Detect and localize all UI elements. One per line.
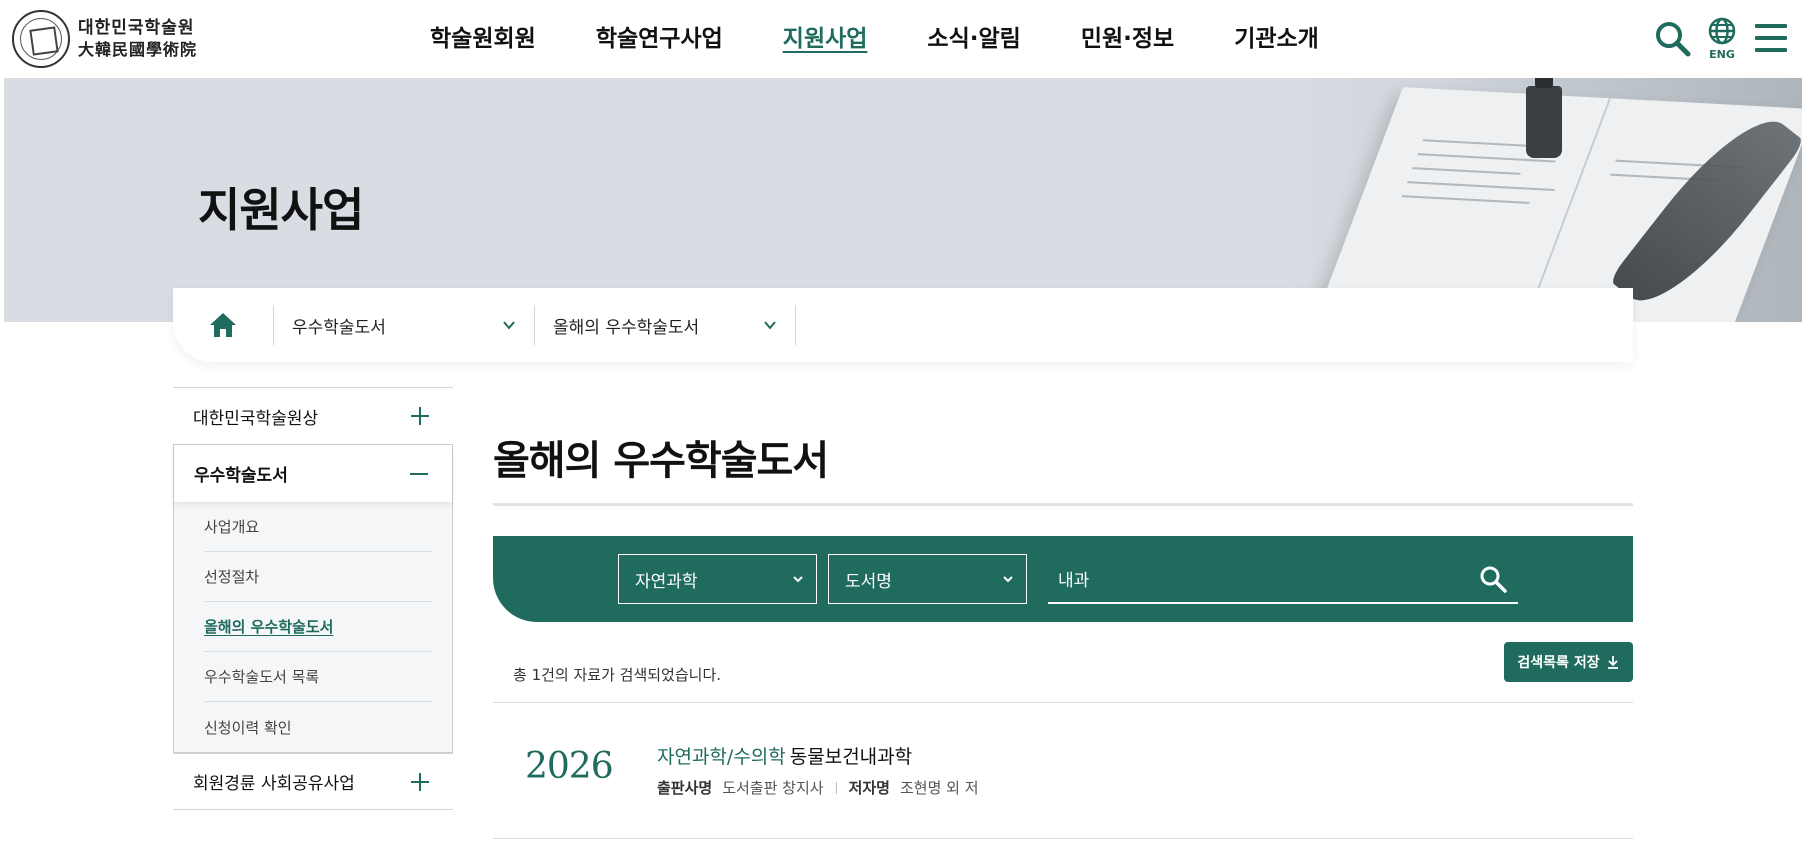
side-menu-social-sharing[interactable]: 회원경륜 사회공유사업 bbox=[173, 753, 453, 810]
nav-academy-members[interactable]: 학술원회원 bbox=[430, 18, 536, 60]
main-navigation: 학술원회원 학술연구사업 지원사업 소식·알림 민원·정보 기관소개 bbox=[430, 18, 1379, 60]
nav-news[interactable]: 소식·알림 bbox=[927, 18, 1020, 60]
publisher-value: 도서출판 창지사 bbox=[722, 779, 824, 797]
book-and-quill-image bbox=[1282, 78, 1802, 322]
side-menu-excellent-books[interactable]: 우수학술도서 bbox=[174, 445, 452, 502]
submenu-application-history[interactable]: 신청이력 확인 bbox=[204, 702, 432, 752]
submenu-this-year-books[interactable]: 올해의 우수학술도서 bbox=[204, 602, 432, 652]
nav-civil-info[interactable]: 민원·정보 bbox=[1081, 18, 1174, 60]
plus-icon bbox=[411, 407, 429, 425]
download-icon bbox=[1607, 656, 1618, 669]
logo-korean: 대한민국학술원 bbox=[78, 18, 195, 38]
search-submit-button[interactable] bbox=[1478, 564, 1508, 594]
search-input-value: 내과 bbox=[1058, 570, 1090, 591]
logo-hanja: 大韓民國學術院 bbox=[78, 40, 198, 59]
site-logo[interactable]: 대한민국학술원 大韓民國學術院 bbox=[12, 10, 197, 68]
list-divider-bottom bbox=[493, 838, 1633, 839]
book-meta: 출판사명 도서출판 창지사 저자명 조현명 외 저 bbox=[657, 777, 979, 798]
breadcrumb-depth1-label: 우수학술도서 bbox=[292, 317, 386, 338]
chevron-down-icon bbox=[1003, 576, 1013, 583]
language-label: ENG bbox=[1709, 48, 1735, 61]
breadcrumb: 우수학술도서 올해의 우수학술도서 bbox=[173, 288, 1633, 362]
language-button[interactable]: ENG bbox=[1704, 16, 1740, 62]
search-input[interactable]: 내과 bbox=[1048, 554, 1518, 604]
submenu-book-list[interactable]: 우수학술도서 목록 bbox=[204, 652, 432, 702]
academy-seal-icon bbox=[12, 10, 70, 68]
side-menu: 대한민국학술원상 우수학술도서 사업개요 선정절차 올해의 우수학술도서 우수학… bbox=[173, 387, 453, 810]
site-header: 대한민국학술원 大韓民國學術院 학술원회원 학술연구사업 지원사업 소식·알림 … bbox=[0, 0, 1812, 78]
home-button[interactable] bbox=[173, 288, 273, 362]
chevron-down-icon bbox=[793, 576, 803, 583]
breadcrumb-depth1-select[interactable]: 우수학술도서 bbox=[274, 288, 534, 362]
search-icon bbox=[1480, 566, 1507, 593]
submenu-procedure[interactable]: 선정절차 bbox=[204, 552, 432, 602]
search-panel: 자연과학 도서명 내과 bbox=[493, 536, 1633, 622]
chevron-down-icon bbox=[503, 321, 515, 330]
field-select[interactable]: 자연과학 bbox=[618, 554, 817, 604]
book-category: 자연과학/수의학 bbox=[657, 746, 786, 768]
search-icon[interactable] bbox=[1654, 20, 1692, 58]
globe-icon bbox=[1708, 17, 1736, 45]
section-title: 지원사업 bbox=[198, 183, 364, 237]
book-title: 동물보건내과학 bbox=[789, 746, 913, 768]
breadcrumb-depth2-label: 올해의 우수학술도서 bbox=[553, 317, 700, 338]
author-value: 조현명 외 저 bbox=[899, 779, 979, 797]
search-type-value: 도서명 bbox=[845, 571, 892, 592]
title-divider bbox=[493, 503, 1633, 506]
chevron-down-icon bbox=[764, 321, 776, 330]
menu-icon[interactable] bbox=[1752, 20, 1790, 56]
minus-icon bbox=[410, 472, 428, 475]
side-menu-group-excellent-books: 우수학술도서 사업개요 선정절차 올해의 우수학술도서 우수학술도서 목록 신청… bbox=[173, 444, 453, 753]
book-title-link[interactable]: 자연과학/수의학 동물보건내과학 bbox=[657, 742, 912, 769]
author-label: 저자명 bbox=[848, 779, 890, 797]
page-title: 올해의 우수학술도서 bbox=[493, 438, 829, 484]
save-list-button[interactable]: 검색목록 저장 bbox=[1504, 642, 1633, 682]
submenu-overview[interactable]: 사업개요 bbox=[204, 502, 432, 552]
breadcrumb-depth2-select[interactable]: 올해의 우수학술도서 bbox=[535, 288, 795, 362]
list-divider-top bbox=[493, 702, 1633, 703]
side-menu-academy-award[interactable]: 대한민국학술원상 bbox=[173, 387, 453, 444]
nav-research-projects[interactable]: 학술연구사업 bbox=[596, 18, 723, 60]
side-submenu: 사업개요 선정절차 올해의 우수학술도서 우수학술도서 목록 신청이력 확인 bbox=[174, 502, 452, 752]
field-select-value: 자연과학 bbox=[635, 571, 698, 592]
sub-visual-banner: 지원사업 bbox=[4, 78, 1802, 322]
plus-icon bbox=[411, 772, 429, 791]
nav-about[interactable]: 기관소개 bbox=[1234, 18, 1319, 60]
search-type-select[interactable]: 도서명 bbox=[828, 554, 1027, 604]
result-count: 총 1건의 자료가 검색되었습니다. bbox=[513, 666, 722, 684]
book-year: 2026 bbox=[525, 746, 614, 787]
nav-support-projects[interactable]: 지원사업 bbox=[783, 18, 868, 60]
ink-bottle-shape bbox=[1526, 78, 1562, 158]
home-icon bbox=[210, 313, 236, 337]
publisher-label: 출판사명 bbox=[657, 779, 713, 797]
